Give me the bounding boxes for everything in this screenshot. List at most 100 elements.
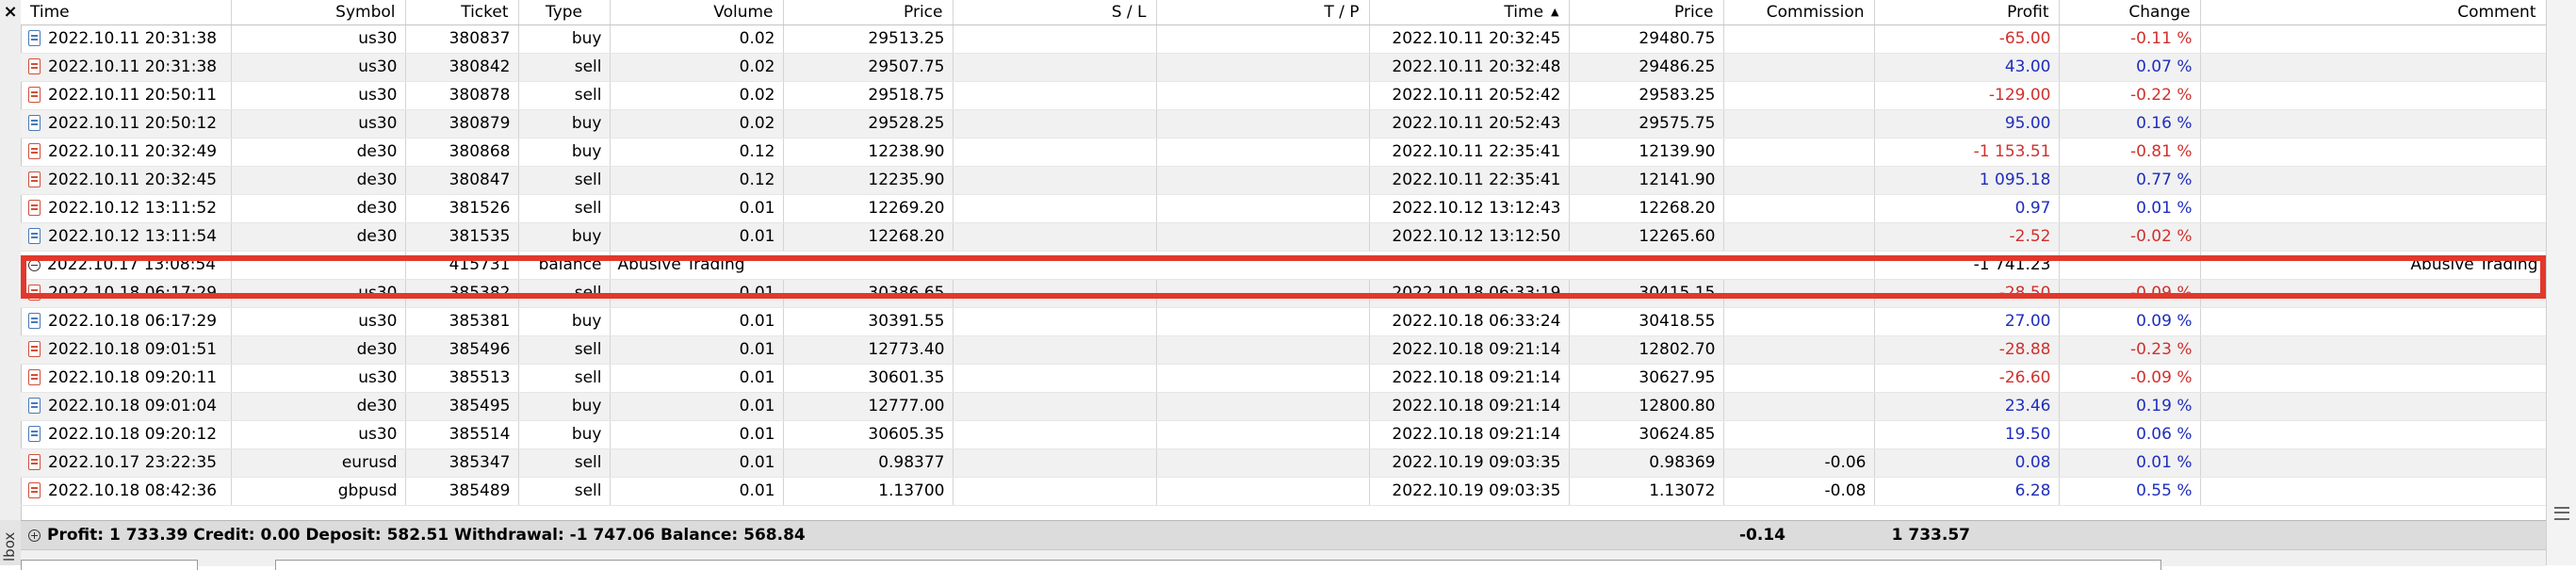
cell-close-price: 12265.60	[1569, 222, 1724, 252]
cell-take-profit	[1156, 335, 1370, 365]
table-row[interactable]: 2022.10.18 08:42:36 gbpusd 385489 sell 0.01 1…	[21, 477, 2547, 506]
col-volume[interactable]: Volume	[610, 0, 784, 25]
cell-open-time: 2022.10.18 06:17:29	[21, 279, 232, 308]
cell-close-time: 2022.10.18 09:21:14	[1369, 364, 1570, 393]
expand-icon[interactable]	[28, 529, 41, 542]
cell-change: -0.09 %	[2059, 279, 2201, 308]
cell-close-time: 2022.10.19 09:03:35	[1369, 477, 1570, 506]
cell-price: 0.98377	[783, 448, 954, 478]
cell-change: 0.19 %	[2059, 392, 2201, 421]
cell-open-time: 2022.10.11 20:50:11	[21, 81, 232, 110]
cell-profit: -26.60	[1874, 364, 2060, 393]
cell-open-time: 2022.10.18 09:20:11	[21, 364, 232, 393]
close-icon[interactable]: ×	[0, 0, 21, 24]
open-time-text: 2022.10.18 09:20:12	[48, 425, 218, 444]
table-row[interactable]: 2022.10.17 23:22:35 eurusd 385347 sell 0.01 0…	[21, 448, 2547, 478]
cell-symbol: eurusd	[231, 448, 406, 478]
table-row[interactable]: 2022.10.11 20:31:38 us30 380837 buy 0.02 2951…	[21, 24, 2547, 54]
col-take-profit[interactable]: T / P	[1156, 0, 1370, 25]
col-comment[interactable]: Comment	[2200, 0, 2547, 25]
table-row[interactable]: 2022.10.12 13:11:54 de30 381535 buy 0.01 1226…	[21, 222, 2547, 252]
col-ticket[interactable]: Ticket	[405, 0, 519, 25]
cell-type: sell	[518, 81, 611, 110]
cell-profit: 43.00	[1874, 53, 2060, 82]
cell-price: 30605.35	[783, 420, 954, 449]
sell-deal-icon	[28, 143, 41, 159]
toolbox-vertical-tab[interactable]: lbox	[0, 520, 21, 565]
sell-deal-icon	[28, 369, 41, 385]
open-time-text: 2022.10.18 08:42:36	[48, 481, 218, 500]
cell-comment	[2200, 53, 2547, 82]
cell-stop-loss	[953, 392, 1157, 421]
open-time-text: 2022.10.12 13:11:54	[48, 227, 218, 246]
cell-price: 12268.20	[783, 222, 954, 252]
cell-close-price: 30418.55	[1569, 307, 1724, 336]
table-row[interactable]: 2022.10.18 09:01:51 de30 385496 sell 0.01 127…	[21, 335, 2547, 365]
cell-close-time: 2022.10.11 20:32:48	[1369, 53, 1570, 82]
open-time-text: 2022.10.18 06:17:29	[48, 312, 218, 331]
cell-type: balance	[518, 251, 611, 280]
col-commission[interactable]: Commission	[1723, 0, 1875, 25]
cell-profit: 23.46	[1874, 392, 2060, 421]
cell-change: 0.06 %	[2059, 420, 2201, 449]
table-row[interactable]: 2022.10.11 20:32:45 de30 380847 sell 0.12 122…	[21, 166, 2547, 195]
cell-open-time: 2022.10.18 09:01:51	[21, 335, 232, 365]
balance-row[interactable]: 2022.10.17 13:08:54 415731 balance Abusive …	[21, 251, 2547, 280]
cell-type: sell	[518, 364, 611, 393]
scroll-grip-icon[interactable]	[2554, 507, 2569, 520]
cell-commission: -0.08	[1723, 477, 1875, 506]
cell-close-price: 12141.90	[1569, 166, 1724, 195]
cell-symbol: us30	[231, 279, 406, 308]
table-row[interactable]: 2022.10.12 13:11:52 de30 381526 sell 0.01 122…	[21, 194, 2547, 223]
col-symbol[interactable]: Symbol	[231, 0, 406, 25]
table-row[interactable]: 2022.10.11 20:50:12 us30 380879 buy 0.02 2952…	[21, 109, 2547, 138]
col-stop-loss[interactable]: S / L	[953, 0, 1157, 25]
cell-commission	[1723, 307, 1875, 336]
cell-profit: 0.08	[1874, 448, 2060, 478]
cell-change: 0.77 %	[2059, 166, 2201, 195]
cell-volume: 0.01	[610, 364, 784, 393]
cell-symbol: us30	[231, 53, 406, 82]
table-row[interactable]: 2022.10.11 20:31:38 us30 380842 sell 0.02 295…	[21, 53, 2547, 82]
col-profit[interactable]: Profit	[1874, 0, 2060, 25]
cell-open-time: 2022.10.18 09:20:12	[21, 420, 232, 449]
cell-volume: 0.01	[610, 448, 784, 478]
table-row[interactable]: 2022.10.18 09:01:04 de30 385495 buy 0.01 1277…	[21, 392, 2547, 421]
cell-open-time: 2022.10.12 13:11:52	[21, 194, 232, 223]
open-time-text: 2022.10.11 20:50:11	[48, 86, 218, 105]
cell-type: sell	[518, 53, 611, 82]
table-row[interactable]: 2022.10.11 20:32:49 de30 380868 buy 0.12 1223…	[21, 138, 2547, 167]
cell-ticket: 381526	[405, 194, 519, 223]
table-row[interactable]: 2022.10.18 09:20:11 us30 385513 sell 0.01 306…	[21, 364, 2547, 393]
cell-price: 29528.25	[783, 109, 954, 138]
table-row[interactable]: 2022.10.11 20:50:11 us30 380878 sell 0.02 295…	[21, 81, 2547, 110]
table-row[interactable]: 2022.10.18 06:17:29 us30 385382 sell 0.01 303…	[21, 279, 2547, 308]
cell-profit: -28.88	[1874, 335, 2060, 365]
col-type[interactable]: Type	[518, 0, 611, 25]
cell-close-time: 2022.10.12 13:12:43	[1369, 194, 1570, 223]
cell-volume: 0.01	[610, 477, 784, 506]
cell-change: 0.09 %	[2059, 307, 2201, 336]
cell-close-time: 2022.10.11 20:52:42	[1369, 81, 1570, 110]
cell-stop-loss	[953, 109, 1157, 138]
cell-open-time: 2022.10.11 20:32:49	[21, 138, 232, 167]
table-row[interactable]: 2022.10.18 09:20:12 us30 385514 buy 0.01 3060…	[21, 420, 2547, 449]
cell-volume: 0.01	[610, 392, 784, 421]
col-change[interactable]: Change	[2059, 0, 2201, 25]
col-price[interactable]: Price	[783, 0, 954, 25]
cell-stop-loss	[953, 364, 1157, 393]
cell-close-price: 12139.90	[1569, 138, 1724, 167]
cell-open-time: 2022.10.11 20:31:38	[21, 53, 232, 82]
table-row[interactable]: 2022.10.18 06:17:29 us30 385381 buy 0.01 3039…	[21, 307, 2547, 336]
col-close-price[interactable]: Price	[1569, 0, 1724, 25]
collapse-icon[interactable]	[28, 259, 41, 271]
cell-comment	[2200, 364, 2547, 393]
cell-price: 29507.75	[783, 53, 954, 82]
col-close-time[interactable]: Time ▲	[1369, 0, 1570, 25]
cell-symbol: us30	[231, 24, 406, 54]
cell-volume: 0.02	[610, 53, 784, 82]
cell-symbol: us30	[231, 109, 406, 138]
vertical-scrollbar[interactable]	[2546, 0, 2576, 565]
col-open-time[interactable]: Time	[21, 0, 232, 25]
cell-close-time: 2022.10.18 09:21:14	[1369, 392, 1570, 421]
